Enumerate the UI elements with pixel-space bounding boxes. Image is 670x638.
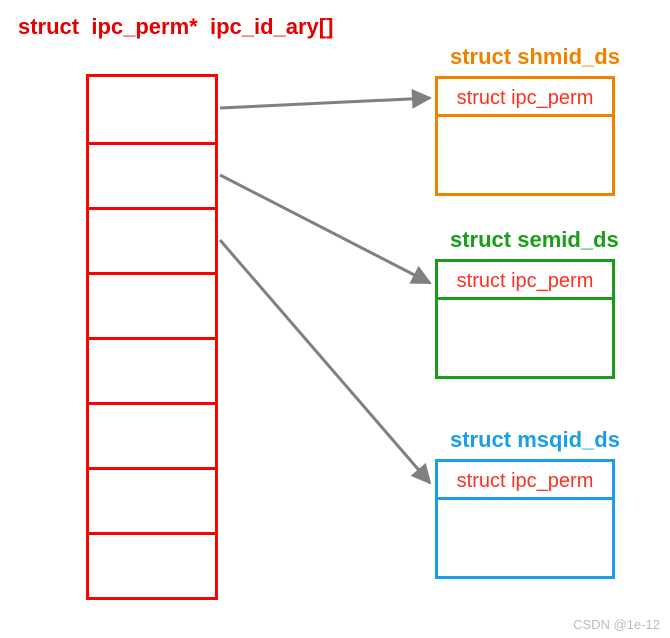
msqid-inner-ipc-perm: struct ipc_perm <box>438 462 612 500</box>
array-cell <box>89 272 215 337</box>
array-cell <box>89 337 215 402</box>
struct-semid-box: struct ipc_perm <box>435 259 615 379</box>
arrow-to-shmid <box>220 98 430 108</box>
struct-semid-title: struct semid_ds <box>450 227 619 253</box>
array-cell <box>89 467 215 532</box>
array-cell <box>89 77 215 142</box>
semid-inner-ipc-perm: struct ipc_perm <box>438 262 612 300</box>
struct-msqid-box: struct ipc_perm <box>435 459 615 579</box>
arrow-to-semid <box>220 175 430 283</box>
diagram-title: struct ipc_perm* ipc_id_ary[] <box>18 14 333 40</box>
array-cell <box>89 142 215 207</box>
ipc-id-ary-array <box>86 74 218 600</box>
arrow-to-msqid <box>220 240 430 483</box>
array-cell <box>89 532 215 597</box>
struct-msqid-title: struct msqid_ds <box>450 427 620 453</box>
watermark: CSDN @1e-12 <box>573 617 660 632</box>
array-cell <box>89 402 215 467</box>
array-cell <box>89 207 215 272</box>
struct-shmid-box: struct ipc_perm <box>435 76 615 196</box>
struct-shmid-title: struct shmid_ds <box>450 44 620 70</box>
shmid-inner-ipc-perm: struct ipc_perm <box>438 79 612 117</box>
